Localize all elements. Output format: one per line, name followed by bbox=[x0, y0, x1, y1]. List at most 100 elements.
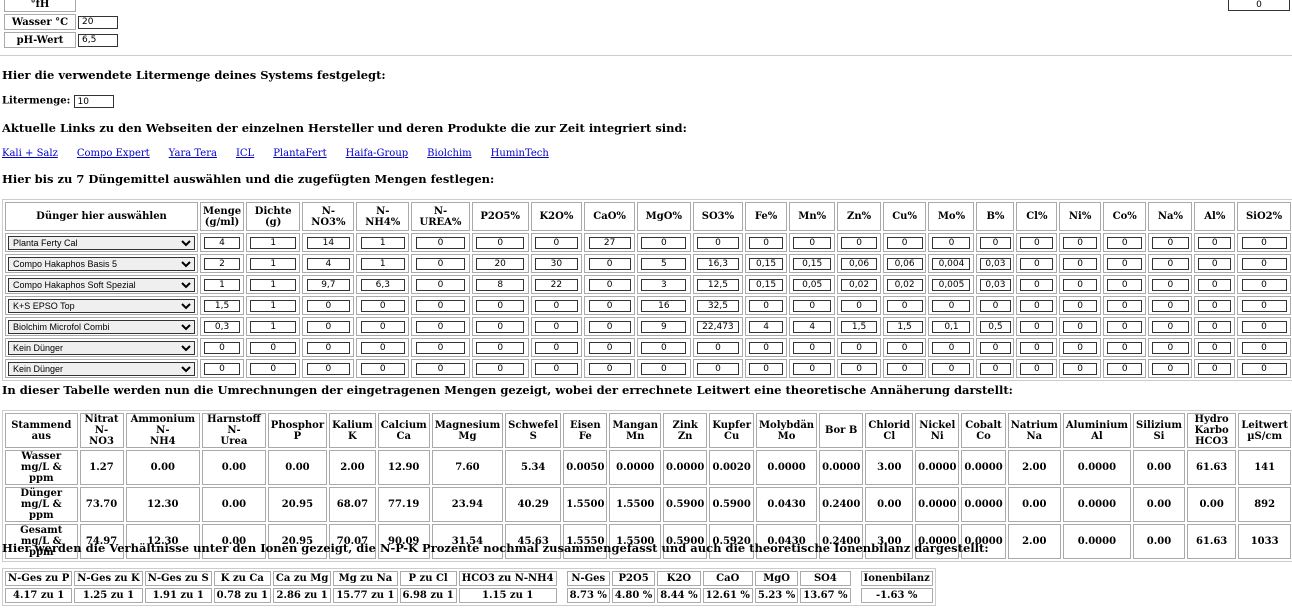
fertilizer-value-input[interactable] bbox=[1020, 299, 1054, 312]
fertilizer-value-input[interactable] bbox=[886, 320, 923, 333]
fertilizer-value-input[interactable] bbox=[1241, 341, 1287, 354]
fertilizer-value-input[interactable] bbox=[588, 362, 631, 375]
fertilizer-value-input[interactable] bbox=[1106, 341, 1143, 354]
ph-input[interactable] bbox=[78, 33, 118, 47]
fertilizer-value-input[interactable] bbox=[250, 236, 296, 249]
fertilizer-value-input[interactable] bbox=[360, 299, 405, 312]
fertilizer-value-input[interactable] bbox=[696, 299, 739, 312]
fertilizer-value-input[interactable] bbox=[306, 278, 351, 291]
fertilizer-value-input[interactable] bbox=[476, 341, 524, 354]
fertilizer-value-input[interactable] bbox=[306, 299, 351, 312]
fertilizer-value-input[interactable] bbox=[415, 299, 466, 312]
fertilizer-value-input[interactable] bbox=[641, 299, 687, 312]
fertilizer-value-input[interactable] bbox=[696, 257, 739, 270]
fertilizer-value-input[interactable] bbox=[1020, 362, 1054, 375]
fertilizer-value-input[interactable] bbox=[306, 257, 351, 270]
fertilizer-value-input[interactable] bbox=[696, 341, 739, 354]
fertilizer-value-input[interactable] bbox=[1241, 320, 1287, 333]
fertilizer-value-input[interactable] bbox=[306, 341, 351, 354]
fertilizer-value-input[interactable] bbox=[886, 278, 923, 291]
fertilizer-value-input[interactable] bbox=[696, 362, 739, 375]
fertilizer-value-input[interactable] bbox=[792, 362, 832, 375]
fertilizer-value-input[interactable] bbox=[886, 341, 923, 354]
fertilizer-value-input[interactable] bbox=[641, 257, 687, 270]
fertilizer-value-input[interactable] bbox=[534, 341, 578, 354]
fertilizer-value-input[interactable] bbox=[360, 257, 405, 270]
fertilizer-value-input[interactable] bbox=[696, 320, 739, 333]
fertilizer-value-input[interactable] bbox=[1241, 299, 1287, 312]
fertilizer-value-input[interactable] bbox=[415, 341, 466, 354]
fertilizer-value-input[interactable] bbox=[250, 320, 296, 333]
fertilizer-value-input[interactable] bbox=[792, 236, 832, 249]
fertilizer-value-input[interactable] bbox=[748, 278, 784, 291]
fertilizer-value-input[interactable] bbox=[476, 257, 524, 270]
fertilizer-value-input[interactable] bbox=[476, 362, 524, 375]
fertilizer-value-input[interactable] bbox=[306, 236, 351, 249]
fertilizer-value-input[interactable] bbox=[886, 362, 923, 375]
fertilizer-value-input[interactable] bbox=[203, 299, 241, 312]
fertilizer-value-input[interactable] bbox=[980, 236, 1011, 249]
fertilizer-value-input[interactable] bbox=[841, 278, 877, 291]
fertilizer-value-input[interactable] bbox=[1020, 257, 1054, 270]
fertilizer-value-input[interactable] bbox=[932, 299, 971, 312]
fertilizer-value-input[interactable] bbox=[360, 362, 405, 375]
fertilizer-value-input[interactable] bbox=[748, 236, 784, 249]
fertilizer-value-input[interactable] bbox=[250, 278, 296, 291]
fertilizer-select[interactable]: Compo Hakaphos Soft Spezial bbox=[8, 277, 195, 292]
fertilizer-value-input[interactable] bbox=[886, 299, 923, 312]
fertilizer-value-input[interactable] bbox=[841, 341, 877, 354]
fertilizer-value-input[interactable] bbox=[980, 299, 1011, 312]
fertilizer-value-input[interactable] bbox=[1241, 278, 1287, 291]
fertilizer-value-input[interactable] bbox=[1198, 278, 1232, 291]
fertilizer-select[interactable]: K+S EPSO Top bbox=[8, 298, 195, 313]
liter-input[interactable] bbox=[73, 95, 114, 108]
fertilizer-value-input[interactable] bbox=[415, 236, 466, 249]
fertilizer-value-input[interactable] bbox=[792, 320, 832, 333]
fertilizer-value-input[interactable] bbox=[748, 320, 784, 333]
fertilizer-value-input[interactable] bbox=[886, 236, 923, 249]
fertilizer-value-input[interactable] bbox=[1241, 236, 1287, 249]
fertilizer-value-input[interactable] bbox=[360, 236, 405, 249]
fertilizer-value-input[interactable] bbox=[1020, 341, 1054, 354]
fertilizer-value-input[interactable] bbox=[1152, 278, 1189, 291]
fertilizer-value-input[interactable] bbox=[641, 341, 687, 354]
fertilizer-value-input[interactable] bbox=[476, 236, 524, 249]
fertilizer-value-input[interactable] bbox=[534, 320, 578, 333]
fertilizer-value-input[interactable] bbox=[1152, 320, 1189, 333]
fertilizer-value-input[interactable] bbox=[841, 299, 877, 312]
fertilizer-value-input[interactable] bbox=[1152, 236, 1189, 249]
fertilizer-value-input[interactable] bbox=[1106, 299, 1143, 312]
fertilizer-value-input[interactable] bbox=[641, 320, 687, 333]
fertilizer-value-input[interactable] bbox=[588, 278, 631, 291]
fertilizer-value-input[interactable] bbox=[792, 257, 832, 270]
water-temp-input[interactable] bbox=[78, 15, 118, 29]
fertilizer-value-input[interactable] bbox=[980, 362, 1011, 375]
fertilizer-value-input[interactable] bbox=[1106, 257, 1143, 270]
fertilizer-value-input[interactable] bbox=[1241, 362, 1287, 375]
fertilizer-value-input[interactable] bbox=[203, 236, 241, 249]
fertilizer-value-input[interactable] bbox=[1106, 278, 1143, 291]
fertilizer-value-input[interactable] bbox=[1152, 362, 1189, 375]
fertilizer-value-input[interactable] bbox=[641, 278, 687, 291]
fertilizer-value-input[interactable] bbox=[841, 362, 877, 375]
fertilizer-value-input[interactable] bbox=[980, 257, 1011, 270]
fertilizer-value-input[interactable] bbox=[696, 236, 739, 249]
fertilizer-value-input[interactable] bbox=[415, 257, 466, 270]
fertilizer-value-input[interactable] bbox=[841, 320, 877, 333]
fertilizer-select[interactable]: Planta Ferty Cal bbox=[8, 235, 195, 250]
manufacturer-link[interactable]: Biolchim bbox=[427, 148, 472, 159]
fertilizer-value-input[interactable] bbox=[203, 278, 241, 291]
fertilizer-value-input[interactable] bbox=[1152, 257, 1189, 270]
fertilizer-value-input[interactable] bbox=[932, 278, 971, 291]
fertilizer-value-input[interactable] bbox=[1020, 236, 1054, 249]
fertilizer-value-input[interactable] bbox=[1106, 236, 1143, 249]
fertilizer-value-input[interactable] bbox=[641, 362, 687, 375]
fertilizer-value-input[interactable] bbox=[360, 320, 405, 333]
fertilizer-value-input[interactable] bbox=[841, 257, 877, 270]
fertilizer-value-input[interactable] bbox=[1063, 362, 1098, 375]
fertilizer-value-input[interactable] bbox=[1106, 362, 1143, 375]
fertilizer-value-input[interactable] bbox=[476, 278, 524, 291]
fertilizer-value-input[interactable] bbox=[588, 236, 631, 249]
fertilizer-value-input[interactable] bbox=[696, 278, 739, 291]
manufacturer-link[interactable]: Yara Tera bbox=[169, 148, 217, 159]
